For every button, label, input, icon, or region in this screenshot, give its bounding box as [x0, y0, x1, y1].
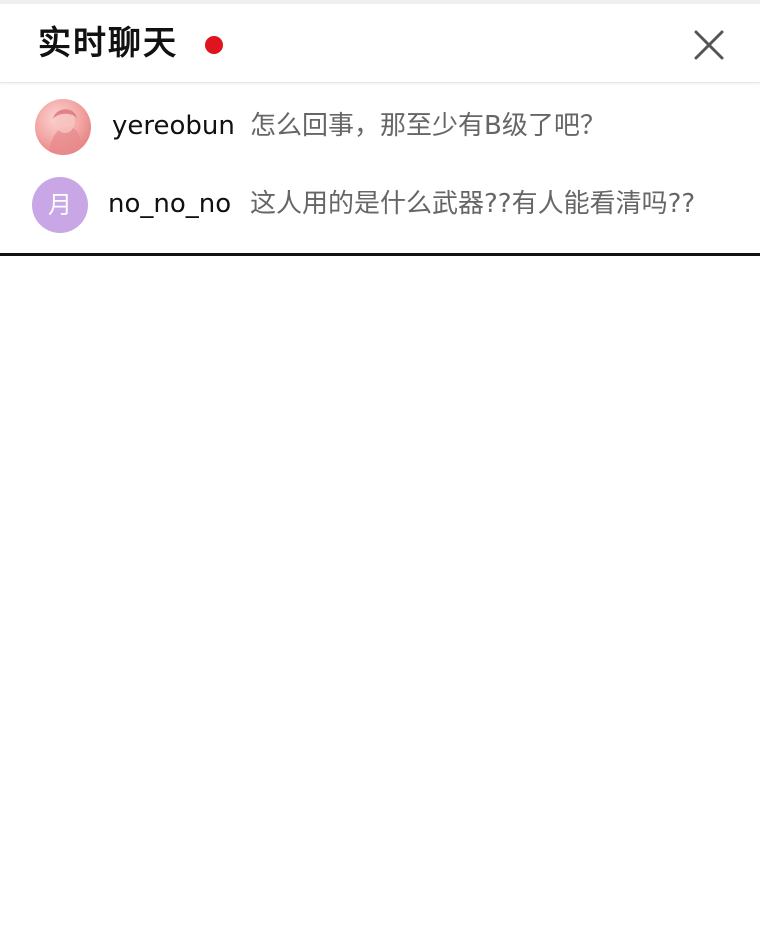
avatar-photo-image — [49, 109, 83, 153]
message-text: 怎么回事，那至少有B级了吧？ — [250, 111, 606, 141]
page-title: 实时聊天 — [38, 23, 178, 62]
chat-message: 月 no_no_no 这人用的是什么武器??有人能看清吗?? — [0, 175, 760, 235]
live-indicator-dot — [205, 36, 223, 54]
avatar[interactable] — [35, 99, 91, 155]
chat-message-list: yereobun 怎么回事，那至少有B级了吧？ 月 no_no_no 这人用的是… — [0, 83, 760, 256]
message-text: 这人用的是什么武器??有人能看清吗?? — [250, 189, 696, 219]
chat-message: yereobun 怎么回事，那至少有B级了吧？ — [0, 97, 760, 157]
close-button[interactable] — [690, 26, 728, 64]
close-icon — [694, 30, 724, 60]
chat-header: 实时聊天 — [0, 4, 760, 83]
avatar[interactable]: 月 — [32, 177, 88, 233]
message-username[interactable]: no_no_no — [108, 187, 231, 221]
message-username[interactable]: yereobun — [112, 109, 235, 143]
